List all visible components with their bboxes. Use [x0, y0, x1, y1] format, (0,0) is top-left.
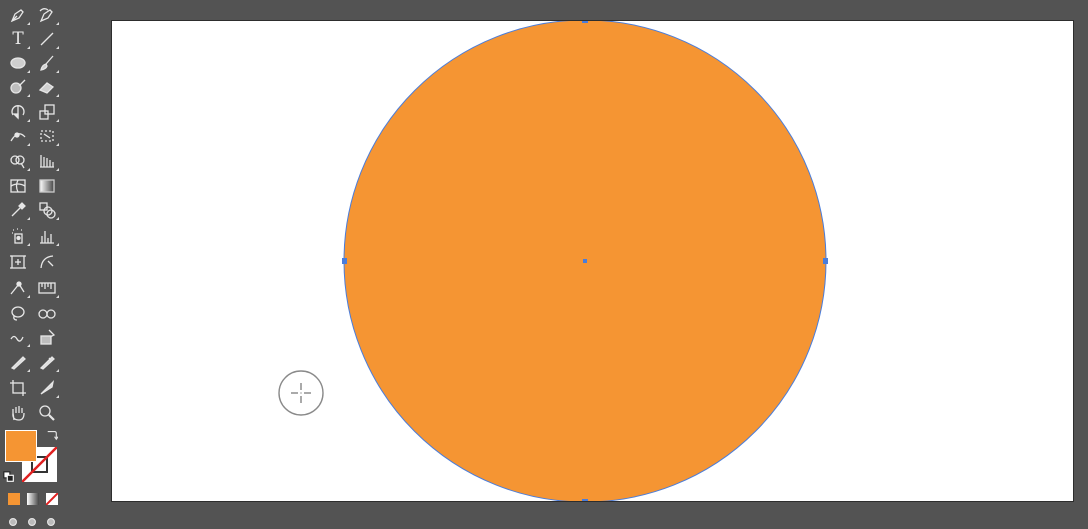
column-graph-tool-icon[interactable] [35, 225, 59, 247]
artboard[interactable] [111, 20, 1074, 502]
free-transform-tool-icon[interactable] [35, 125, 59, 147]
draw-normal-icon[interactable] [6, 515, 20, 529]
default-fill-stroke-icon[interactable] [2, 470, 16, 484]
anchor-point[interactable] [582, 499, 588, 502]
eraser-tool-icon[interactable] [35, 76, 59, 98]
none-mode-icon[interactable] [46, 493, 58, 505]
blend-tool-icon[interactable] [35, 199, 59, 221]
zoom-tool-icon[interactable] [35, 402, 59, 424]
line-segment-tool-icon[interactable] [35, 28, 59, 50]
shaper-tool-icon[interactable] [6, 76, 30, 98]
blob-brush-tool-icon[interactable] [35, 351, 59, 373]
width-tool-icon[interactable] [6, 125, 30, 147]
draw-inside-icon[interactable] [44, 515, 58, 529]
center-point[interactable] [583, 259, 587, 263]
slice-tool-icon[interactable] [35, 251, 59, 273]
pencil-tool-icon[interactable] [6, 351, 30, 373]
gradient-tool-icon[interactable] [35, 175, 59, 197]
swap-fill-stroke-icon[interactable] [45, 428, 59, 442]
gradient-mode-icon[interactable] [27, 493, 39, 505]
artboard-tool-icon[interactable] [6, 251, 30, 273]
glasses-view-tool-icon[interactable] [35, 302, 59, 324]
draw-behind-icon[interactable] [25, 515, 39, 529]
measure-tool-icon[interactable] [35, 277, 59, 299]
color-mode-icon[interactable] [8, 493, 20, 505]
knife-tool-icon[interactable] [35, 377, 59, 399]
crop-artboard-tool-icon[interactable] [6, 377, 30, 399]
fill-swatch[interactable] [5, 430, 37, 462]
shape-builder-tool-icon[interactable] [6, 150, 30, 172]
ellipse-tool-cursor-icon [278, 370, 324, 416]
curvature-tool-icon[interactable] [35, 4, 59, 26]
perspective-grid-tool-icon[interactable] [35, 150, 59, 172]
scale-tool-icon[interactable] [35, 101, 59, 123]
pen-tool-icon[interactable] [6, 4, 30, 26]
live-paint-tool-icon[interactable] [35, 326, 59, 348]
mesh-tool-icon[interactable] [6, 175, 30, 197]
anchor-point[interactable] [823, 258, 828, 264]
symbol-sprayer-tool-icon[interactable] [6, 225, 30, 247]
hand-tool-icon[interactable] [6, 402, 30, 424]
anchor-point[interactable] [582, 21, 588, 23]
lasso-tool-icon[interactable] [6, 302, 30, 324]
tools-panel: T [0, 0, 71, 528]
smooth-tool-icon[interactable] [6, 326, 30, 348]
rotate-tool-icon[interactable] [6, 101, 30, 123]
paintbrush-tool-icon[interactable] [35, 52, 59, 74]
ellipse-tool-icon[interactable] [6, 52, 30, 74]
canvas-workspace[interactable] [71, 0, 1088, 528]
puppet-warp-tool-icon[interactable] [6, 277, 30, 299]
eyedropper-tool-icon[interactable] [6, 199, 30, 221]
type-tool-icon[interactable]: T [6, 28, 30, 50]
anchor-point[interactable] [342, 258, 347, 264]
